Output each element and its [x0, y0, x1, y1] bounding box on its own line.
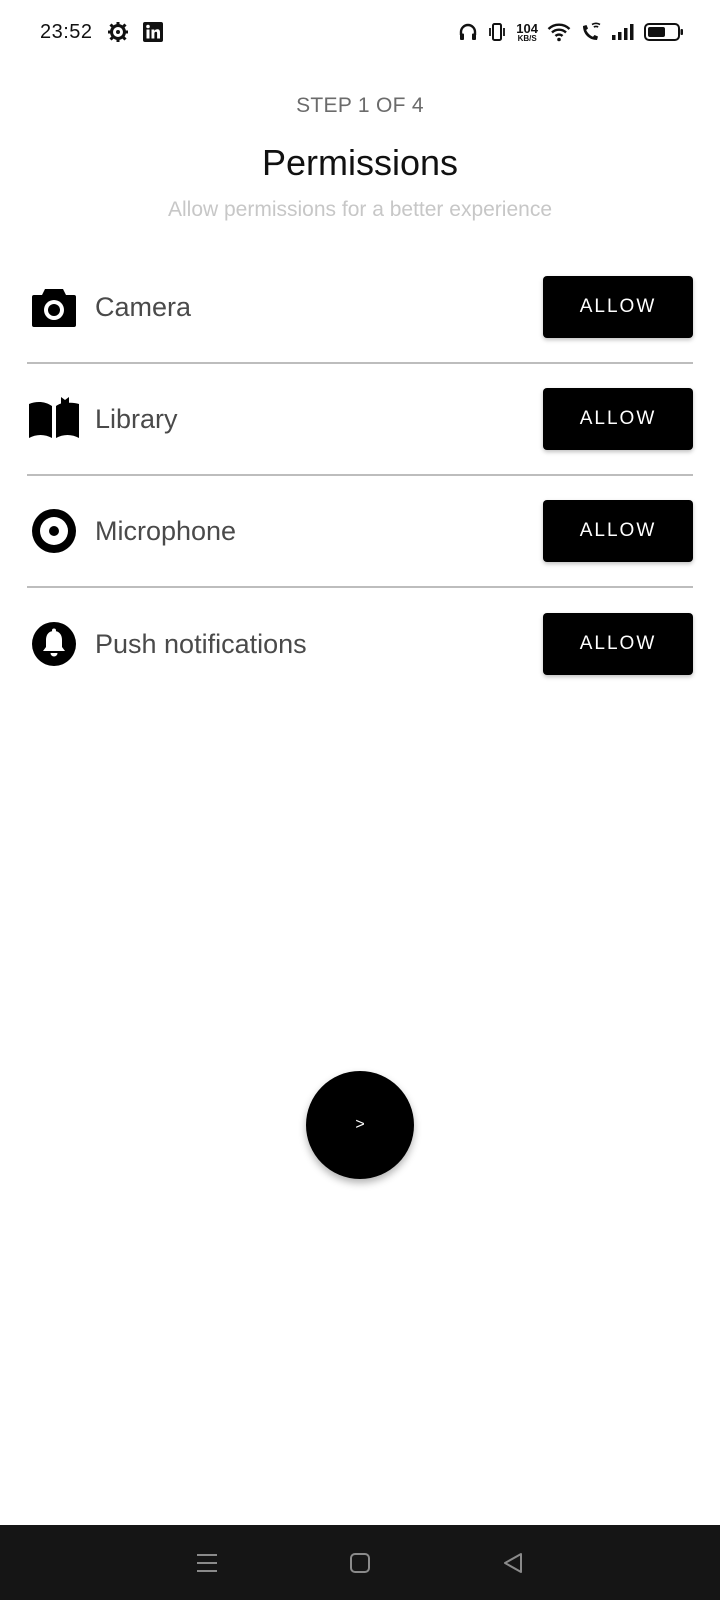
linkedin-icon: [142, 22, 163, 42]
net-speed-value: 104: [516, 20, 538, 36]
menu-icon[interactable]: [187, 1543, 227, 1583]
allow-microphone-button[interactable]: ALLOW: [543, 500, 693, 562]
wifi-icon: [547, 22, 571, 42]
allow-library-button[interactable]: ALLOW: [543, 388, 693, 450]
battery-icon: [644, 22, 684, 42]
step-indicator: STEP 1 OF 4: [296, 94, 424, 117]
settings-gear-icon: [107, 21, 129, 43]
vibrate-icon: [487, 22, 507, 42]
status-right: 104 KB/S: [458, 22, 684, 43]
permission-label: Library: [95, 403, 178, 434]
status-time: 23:52: [40, 20, 93, 43]
permission-row-push-notifications: Push notifications ALLOW: [27, 588, 693, 700]
permission-row-microphone: Microphone ALLOW: [27, 476, 693, 588]
status-bar: 23:52 104 KB/S: [0, 0, 720, 64]
net-speed: 104 KB/S: [516, 22, 538, 43]
permissions-screen: 23:52 104 KB/S STEP 1 OF 4 Permissions A…: [0, 0, 720, 1600]
wifi-calling-icon: [580, 22, 602, 42]
next-button[interactable]: >: [306, 1071, 414, 1179]
bell-icon: [27, 617, 81, 671]
permission-label: Camera: [95, 291, 192, 322]
signal-icon: [611, 22, 635, 42]
page-title: Permissions: [261, 142, 459, 183]
permission-label: Push notifications: [95, 628, 307, 659]
page-subtitle: Allow permissions for a better experienc…: [167, 198, 552, 221]
allow-push-notifications-button[interactable]: ALLOW: [543, 613, 693, 675]
system-nav-bar: [0, 1525, 720, 1600]
home-icon[interactable]: [340, 1543, 380, 1583]
book-icon: [27, 392, 81, 446]
headphones-icon: [458, 22, 478, 42]
net-speed-unit: KB/S: [517, 33, 537, 43]
allow-camera-button[interactable]: ALLOW: [543, 276, 693, 338]
camera-icon: [27, 280, 81, 334]
permission-row-camera: Camera ALLOW: [27, 252, 693, 364]
back-icon[interactable]: [493, 1543, 533, 1583]
permission-label: Microphone: [95, 515, 237, 546]
permission-row-library: Library ALLOW: [27, 364, 693, 476]
status-left: 23:52: [40, 21, 163, 44]
record-icon: [27, 504, 81, 558]
permissions-list: Camera ALLOW Library ALLOW Microphone AL…: [27, 252, 693, 700]
